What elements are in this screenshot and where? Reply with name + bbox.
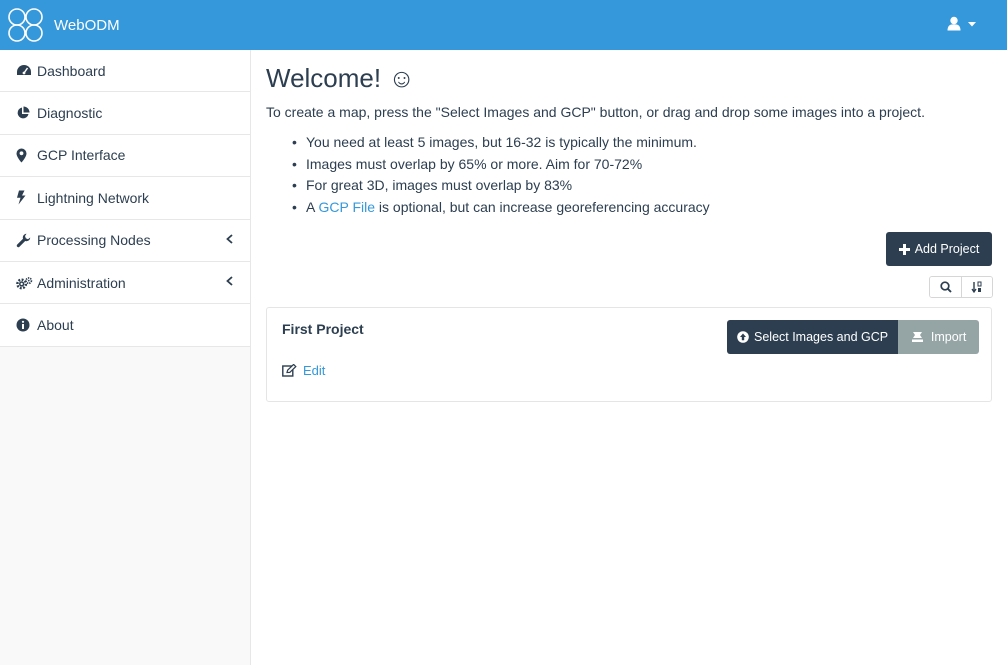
sidebar-item-label: Processing Nodes — [37, 232, 151, 249]
map-marker-icon — [16, 148, 33, 163]
sidebar: Dashboard Diagnostic GCP Interface Light… — [0, 50, 251, 665]
import-label: Import — [930, 330, 967, 344]
user-menu-dropdown[interactable] — [947, 16, 978, 31]
select-images-button[interactable]: Select Images and GCP — [727, 320, 899, 354]
sort-projects-button[interactable] — [961, 277, 992, 297]
import-button[interactable]: Import — [898, 320, 980, 354]
tip-item-gcp: A GCP File is optional, but can increase… — [292, 197, 992, 219]
intro-text: To create a map, press the "Select Image… — [266, 104, 925, 120]
sidebar-item-gcp-interface[interactable]: GCP Interface — [0, 134, 250, 178]
brand[interactable]: WebODM — [7, 8, 120, 42]
sidebar-item-label: Lightning Network — [37, 189, 150, 206]
sort-icon — [971, 281, 982, 293]
sidebar-item-label: Dashboard — [37, 62, 106, 79]
tip-suffix: is optional, but can increase georeferen… — [375, 198, 710, 215]
search-icon — [939, 281, 952, 293]
gcp-file-link[interactable]: GCP File — [318, 199, 375, 215]
sidebar-item-administration[interactable]: Administration — [0, 261, 250, 305]
tip-prefix: A — [306, 198, 319, 215]
project-tools — [929, 276, 993, 298]
tips-list: You need at least 5 images, but 16-32 is… — [266, 132, 992, 218]
add-project-label: Add Project — [914, 242, 980, 256]
pie-chart-icon — [16, 106, 33, 120]
sidebar-item-label: GCP Interface — [37, 147, 126, 164]
sidebar-item-processing-nodes[interactable]: Processing Nodes — [0, 219, 250, 262]
page-title: Welcome! ☺ — [266, 63, 415, 93]
edit-label: Edit — [303, 363, 326, 378]
info-icon — [16, 318, 33, 332]
tip-item: You need at least 5 images, but 16-32 is… — [292, 132, 992, 154]
edit-icon — [282, 364, 297, 377]
top-navbar: WebODM — [0, 0, 1007, 50]
sidebar-item-label: About — [37, 317, 74, 334]
plus-icon — [898, 243, 910, 255]
main-content: Welcome! ☺ To create a map, press the "S… — [266, 50, 993, 402]
sidebar-item-about[interactable]: About — [0, 304, 250, 347]
project-actions: Select Images and GCP Import — [727, 320, 980, 354]
sidebar-item-label: Diagnostic — [37, 105, 103, 122]
caret-left-icon — [226, 276, 233, 286]
search-projects-button[interactable] — [930, 277, 961, 297]
sidebar-item-diagnostic[interactable]: Diagnostic — [0, 92, 250, 135]
project-name[interactable]: First Project — [282, 321, 364, 337]
select-images-label: Select Images and GCP — [754, 330, 889, 344]
project-card: First Project Select Images and GCP Impo… — [266, 307, 992, 402]
sidebar-item-dashboard[interactable]: Dashboard — [0, 50, 250, 93]
dashboard-icon — [16, 64, 33, 78]
bolt-icon — [16, 190, 33, 205]
sidebar-item-label: Administration — [37, 274, 126, 291]
cloud-import-icon — [911, 332, 923, 342]
edit-project-link[interactable]: Edit — [282, 363, 325, 378]
wrench-icon — [16, 233, 33, 247]
webodm-logo-icon — [8, 8, 43, 42]
upload-icon — [737, 331, 749, 343]
add-project-button[interactable]: Add Project — [886, 232, 992, 266]
brand-name: WebODM — [54, 16, 120, 34]
gears-icon — [16, 276, 33, 290]
user-icon — [947, 16, 961, 31]
sidebar-item-lightning-network[interactable]: Lightning Network — [0, 177, 250, 220]
tip-item: Images must overlap by 65% or more. Aim … — [292, 154, 992, 176]
tip-item: For great 3D, images must overlap by 83% — [292, 175, 992, 197]
caret-left-icon — [226, 233, 233, 244]
caret-down-icon — [968, 21, 976, 26]
